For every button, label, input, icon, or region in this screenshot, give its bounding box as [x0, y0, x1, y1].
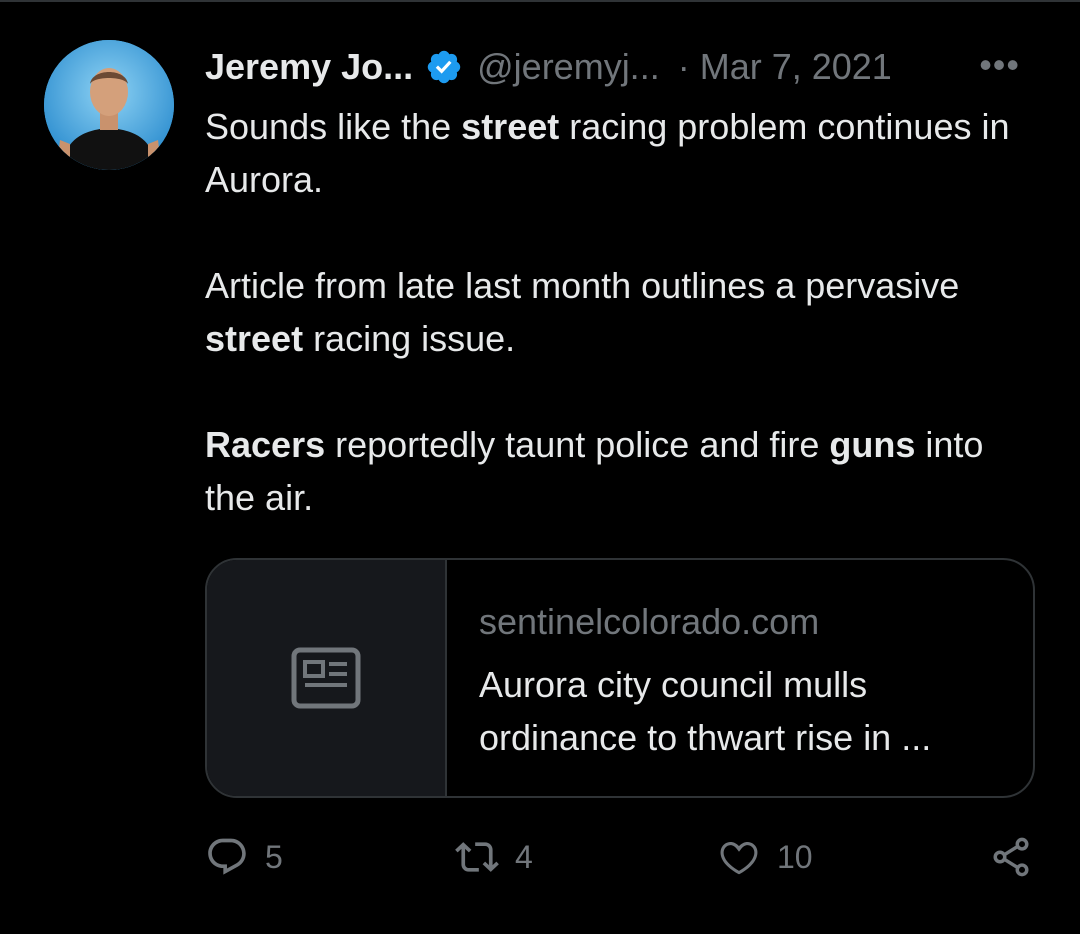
reply-count: 5 — [265, 838, 283, 875]
retweet-icon — [455, 842, 499, 872]
reply-icon — [208, 838, 246, 875]
tweet-date[interactable]: Mar 7, 2021 — [700, 46, 892, 88]
like-button[interactable]: 10 — [717, 832, 813, 882]
tweet-text: Sounds like the street racing problem co… — [205, 100, 1035, 524]
card-text: sentinelcolorado.com Aurora city council… — [447, 560, 1033, 796]
retweet-count: 4 — [515, 838, 533, 875]
separator-dot: · — [677, 46, 690, 87]
verified-badge-icon — [425, 48, 463, 86]
more-options-icon[interactable]: ••• — [979, 44, 1020, 86]
card-title: Aurora city council mulls ordinance to t… — [479, 664, 932, 758]
share-icon — [993, 837, 1029, 877]
heart-icon — [720, 842, 758, 875]
avatar-image — [44, 40, 174, 170]
author-handle[interactable]: @jeremyj... — [477, 46, 660, 88]
avatar[interactable] — [44, 40, 174, 170]
like-count: 10 — [777, 838, 813, 875]
author-name[interactable]: Jeremy Jo... — [205, 46, 413, 88]
article-icon — [291, 647, 361, 709]
tweet-paragraph-1: Sounds like the street racing problem co… — [205, 106, 1010, 200]
reply-button[interactable]: 5 — [205, 832, 283, 882]
tweet-paragraph-3: Racers reportedly taunt police and fire … — [205, 424, 984, 518]
tweet-actions: 5 4 10 — [205, 832, 1035, 882]
share-button[interactable] — [989, 832, 1033, 882]
retweet-button[interactable]: 4 — [455, 832, 533, 882]
tweet[interactable]: Jeremy Jo... @jeremyj... · Mar 7, 2021 •… — [0, 0, 1080, 934]
link-preview-card[interactable]: sentinelcolorado.com Aurora city council… — [205, 558, 1035, 798]
tweet-header: Jeremy Jo... @jeremyj... · Mar 7, 2021 •… — [205, 42, 1040, 92]
card-domain: sentinelcolorado.com — [479, 601, 820, 642]
tweet-paragraph-2: Article from late last month outlines a … — [205, 265, 960, 359]
card-thumbnail — [207, 560, 447, 796]
